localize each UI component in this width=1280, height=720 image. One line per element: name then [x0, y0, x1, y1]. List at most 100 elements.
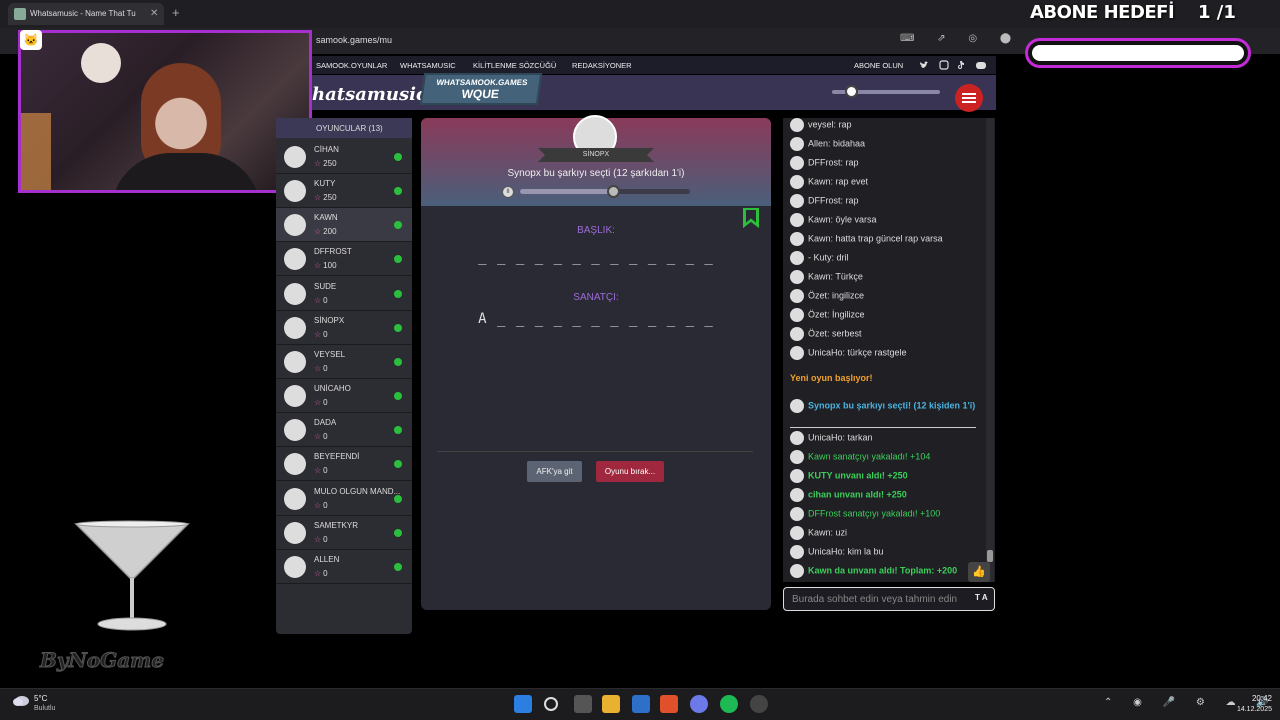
browser-tab[interactable]: Whatsamusic - Name That Tu	[8, 3, 164, 25]
tab-close-icon[interactable]: ✕	[150, 8, 158, 19]
new-tab-icon[interactable]: +	[172, 5, 180, 20]
chat-input-suffix[interactable]: T A	[975, 593, 988, 602]
song-chosen-text: Synopx bu şarkıyı seçti (12 şarkıdan 1'i…	[507, 168, 685, 179]
player-score: ☆ 250	[314, 159, 337, 168]
search-icon[interactable]	[544, 697, 558, 711]
avatar	[790, 327, 804, 341]
player-row[interactable]: MULO OLGUN MAND... ☆ 0	[276, 482, 412, 516]
brave-browser-icon[interactable]	[660, 695, 678, 713]
player-name: MULO OLGUN MAND...	[314, 486, 401, 496]
chat-message: DFFrost: rap	[790, 156, 980, 170]
chat-message: KUTY unvanı aldı! +250	[790, 469, 980, 483]
pause-icon[interactable]: II	[502, 186, 514, 198]
player-name: SAMETKYR	[314, 520, 359, 530]
player-row[interactable]: SAMETKYR ☆ 0	[276, 516, 412, 550]
tiktok-icon	[958, 61, 964, 69]
avatar	[790, 232, 804, 246]
clock-time[interactable]: 20:42	[1218, 694, 1272, 703]
star-icon: ☆	[314, 534, 322, 544]
nav-link-redaksiyoner[interactable]: REDAKSİYONER	[572, 61, 632, 70]
avatar	[790, 526, 804, 540]
avatar	[284, 419, 306, 442]
player-name: KAWN	[314, 213, 338, 223]
nav-link-subscribe[interactable]: ABONE OLUN	[854, 61, 903, 70]
obs-icon[interactable]	[750, 695, 768, 713]
spotify-icon[interactable]	[720, 695, 738, 713]
avatar	[284, 316, 306, 339]
chat-scrollbar-thumb[interactable]	[987, 550, 993, 562]
webcam-feed	[18, 30, 312, 193]
nav-link-kilitlenme[interactable]: KİLİTLENME SÖZCÜĞÜ	[473, 61, 556, 70]
avatar	[790, 251, 804, 265]
player-name: SUDE	[314, 281, 337, 291]
tab-title: Whatsamusic - Name That Tu	[30, 9, 136, 18]
chat-message: cihan unvanı aldı! +250	[790, 488, 980, 502]
site-logo[interactable]: hatsamusic	[312, 84, 427, 105]
chat-message: UnicaHo: kim la bu	[790, 545, 980, 559]
player-row[interactable]: BEYEFENDİ ☆ 0	[276, 447, 412, 482]
chat-message: Özet: serbest	[790, 327, 980, 341]
artist-label: SANATÇI:	[573, 292, 619, 303]
avatar	[790, 507, 804, 521]
chat-message: Kawn da unvanı aldı! Toplam: +200	[790, 564, 980, 578]
avatar	[284, 521, 306, 544]
avatar	[790, 137, 804, 151]
player-score: ☆ 0	[314, 568, 328, 578]
player-row[interactable]: SUDE ☆ 0	[276, 277, 412, 311]
player-row[interactable]: KUTY ☆ 250	[276, 174, 412, 209]
chat-message: DFFrost: rap	[790, 194, 980, 208]
song-progress-fill	[520, 189, 614, 194]
avatar	[790, 564, 804, 578]
player-row[interactable]: KAWN ☆ 200	[276, 208, 412, 243]
player-row[interactable]: SİNOPX ☆ 0	[276, 311, 412, 345]
title-label: BAŞLIK:	[577, 225, 615, 236]
nav-link-samook[interactable]: SAMOOK.OYUNLAR	[316, 61, 387, 70]
player-row[interactable]: UNİCAHO ☆ 0	[276, 379, 412, 414]
social-icons[interactable]	[918, 59, 988, 71]
thumbs-up-icon[interactable]: 👍	[968, 562, 990, 582]
song-chosen-notice: Synopx bu şarkıyı seçti! (12 kişiden 1'i…	[790, 399, 980, 413]
address-bar-icons[interactable]: ⌨ ⇗ ◎ ⬤	[900, 33, 1021, 44]
online-status-icon	[394, 494, 402, 503]
online-status-icon	[394, 426, 402, 435]
subscriber-goal-count: 1 /1	[1198, 2, 1236, 23]
online-status-icon	[394, 562, 402, 571]
cat-logo-icon: 🐱	[20, 30, 42, 50]
nav-link-whatsamusic[interactable]: WHATSAMUSIC	[400, 61, 456, 70]
url-text[interactable]: samook.games/mu	[316, 35, 392, 45]
player-row[interactable]: DFFROST ☆ 100	[276, 242, 412, 277]
windows-start-icon[interactable]	[514, 695, 532, 713]
chat-scrollbar[interactable]	[986, 118, 994, 582]
song-progress-handle[interactable]	[606, 185, 620, 198]
task-view-icon[interactable]	[574, 695, 592, 713]
star-icon: ☆	[314, 466, 322, 476]
avatar	[790, 156, 804, 170]
quit-game-button[interactable]: Oyunu bırak...	[596, 461, 664, 482]
player-row[interactable]: CİHAN ☆ 250	[276, 140, 412, 174]
avatar	[284, 487, 306, 510]
chat-input[interactable]	[783, 587, 995, 611]
player-name: VEYSEL	[314, 349, 346, 359]
discord-icon[interactable]	[690, 695, 708, 713]
clock-date[interactable]: 14.12.2025	[1200, 706, 1272, 713]
weather-condition[interactable]: Bulutlu	[34, 705, 55, 712]
avatar	[284, 453, 306, 476]
afk-button[interactable]: AFK'ya git	[527, 461, 582, 482]
online-status-icon	[394, 323, 402, 332]
cloud-icon[interactable]	[12, 693, 30, 707]
player-name: DFFROST	[314, 247, 352, 257]
player-score: ☆ 0	[314, 466, 328, 476]
player-row[interactable]: VEYSEL ☆ 0	[276, 345, 412, 379]
player-name: BEYEFENDİ	[314, 452, 360, 462]
hamburger-menu-button[interactable]	[955, 84, 983, 112]
weather-temp[interactable]: 5°C	[34, 694, 47, 703]
room-code: WQUE	[460, 87, 500, 101]
tab-favicon-icon	[14, 8, 26, 20]
star-icon: ☆	[314, 329, 322, 339]
chat-message: UnicaHo: türkçe rastgele	[790, 346, 980, 360]
player-row[interactable]: DADA ☆ 0	[276, 413, 412, 448]
player-row[interactable]: ALLEN ☆ 0	[276, 550, 412, 584]
chooser-name: SİNOPX	[538, 148, 654, 162]
mail-icon[interactable]	[632, 695, 650, 713]
file-explorer-icon[interactable]	[602, 695, 620, 713]
